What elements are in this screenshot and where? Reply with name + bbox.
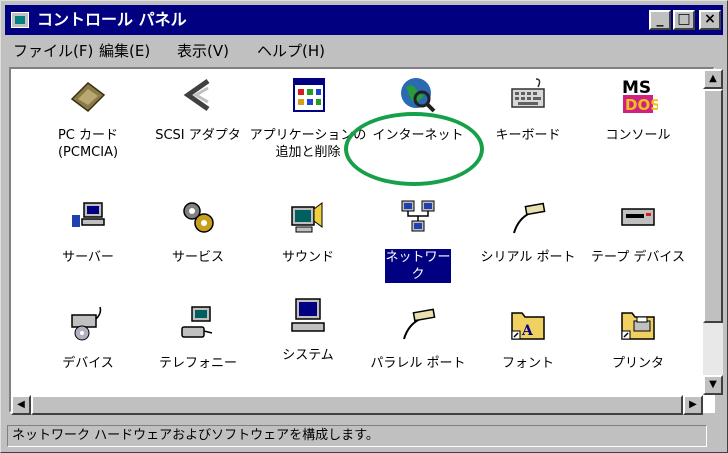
- item-serial-port[interactable]: シリアル ポート: [469, 197, 587, 277]
- item-label: テープ デバイス: [591, 250, 685, 265]
- item-sound[interactable]: サウンド: [249, 197, 367, 277]
- item-scsi-adapter[interactable]: SCSI アダプタ: [139, 75, 257, 155]
- maximize-button[interactable]: □: [673, 10, 695, 30]
- minimize-button[interactable]: _: [649, 10, 671, 30]
- item-label: SCSI アダプタ: [155, 128, 241, 143]
- close-button[interactable]: ×: [699, 10, 721, 30]
- item-console[interactable]: MS DOS コンソール: [579, 75, 697, 155]
- fonts-folder-icon: A: [511, 312, 545, 340]
- item-label: パラレル ポート: [370, 356, 466, 371]
- menu-file[interactable]: ファイル(F): [13, 41, 93, 61]
- item-telephony[interactable]: テレフォニー: [139, 303, 257, 383]
- icon-view: PC カード (PCMCIA) SCSI アダプタ アプリケーションの 追加と削…: [9, 67, 715, 413]
- system-computer-icon: [291, 298, 325, 332]
- control-panel-app-icon[interactable]: [11, 12, 29, 28]
- item-label: サービス: [171, 250, 224, 265]
- scroll-up-button[interactable]: ▲: [703, 69, 723, 89]
- menu-bar: ファイル(F) 編集(E) 表示(V) ヘルプ(H): [5, 37, 723, 65]
- vertical-scrollbar[interactable]: ▲ ▼: [703, 69, 723, 395]
- tape-device-icon: [621, 208, 655, 226]
- services-gears-icon: [183, 202, 214, 233]
- scroll-right-button[interactable]: ▶: [683, 395, 703, 415]
- server-icon: [72, 202, 105, 227]
- item-tape-devices[interactable]: テープ デバイス: [579, 197, 697, 277]
- item-label: コンソール: [605, 128, 671, 143]
- item-label: プリンタ: [611, 356, 664, 371]
- item-server[interactable]: サーバー: [29, 197, 147, 277]
- item-label: PC カード (PCMCIA): [57, 128, 119, 160]
- svg-text:DOS: DOS: [625, 96, 658, 114]
- item-label: サーバー: [62, 250, 114, 265]
- item-label: キーボード: [495, 128, 561, 143]
- vertical-scroll-thumb[interactable]: [703, 89, 723, 323]
- item-label: デバイス: [62, 356, 114, 371]
- title-bar[interactable]: コントロール パネル _ □ ×: [5, 5, 723, 35]
- status-text: ネットワーク ハードウェアおよびソフトウェアを構成します。: [7, 425, 707, 447]
- item-keyboard[interactable]: キーボード: [469, 75, 587, 155]
- menu-view[interactable]: 表示(V): [177, 41, 229, 61]
- status-bar: ネットワーク ハードウェアおよびソフトウェアを構成します。: [5, 423, 723, 449]
- item-services[interactable]: サービス: [139, 197, 257, 277]
- scroll-down-button[interactable]: ▼: [703, 375, 723, 395]
- item-printers[interactable]: プリンタ: [579, 303, 697, 383]
- network-highlight-ring: [344, 112, 484, 186]
- scsi-adapter-icon: [183, 78, 210, 112]
- menu-help[interactable]: ヘルプ(H): [257, 41, 325, 61]
- item-label: テレフォニー: [158, 356, 237, 371]
- item-label: シリアル ポート: [480, 250, 576, 265]
- horizontal-scrollbar[interactable]: ◀ ▶: [11, 395, 703, 415]
- keyboard-icon: [511, 78, 545, 108]
- item-parallel-port[interactable]: パラレル ポート: [359, 303, 477, 383]
- item-label: システム: [282, 348, 334, 363]
- printers-folder-icon: [621, 312, 655, 340]
- item-label: サウンド: [281, 250, 334, 265]
- parallel-port-icon: [403, 308, 436, 340]
- item-devices[interactable]: デバイス: [29, 303, 147, 383]
- serial-port-icon: [513, 202, 546, 234]
- scroll-left-button[interactable]: ◀: [11, 395, 31, 415]
- item-label: フォント: [501, 356, 554, 371]
- control-panel-window: コントロール パネル _ □ × ファイル(F) 編集(E) 表示(V) ヘルプ…: [0, 0, 728, 453]
- devices-icon: [71, 306, 102, 341]
- horizontal-scroll-thumb[interactable]: [31, 395, 683, 415]
- internet-globe-icon: [401, 78, 436, 113]
- item-pc-card[interactable]: PC カード (PCMCIA): [29, 75, 147, 160]
- telephony-icon: [181, 306, 213, 338]
- item-fonts[interactable]: A フォント: [469, 303, 587, 383]
- pc-card-icon: [70, 82, 106, 112]
- item-network[interactable]: ネットワーク: [359, 197, 477, 284]
- item-system[interactable]: システム: [249, 295, 367, 375]
- ms-dos-console-icon: MSDOS: [622, 78, 658, 114]
- add-remove-programs-icon: [293, 78, 325, 112]
- svg-text:A: A: [521, 323, 534, 339]
- network-icon: [401, 200, 435, 232]
- sound-icon: [291, 202, 323, 233]
- window-title: コントロール パネル: [37, 10, 187, 29]
- item-label: ネットワーク: [384, 248, 452, 284]
- menu-edit[interactable]: 編集(E): [99, 41, 150, 61]
